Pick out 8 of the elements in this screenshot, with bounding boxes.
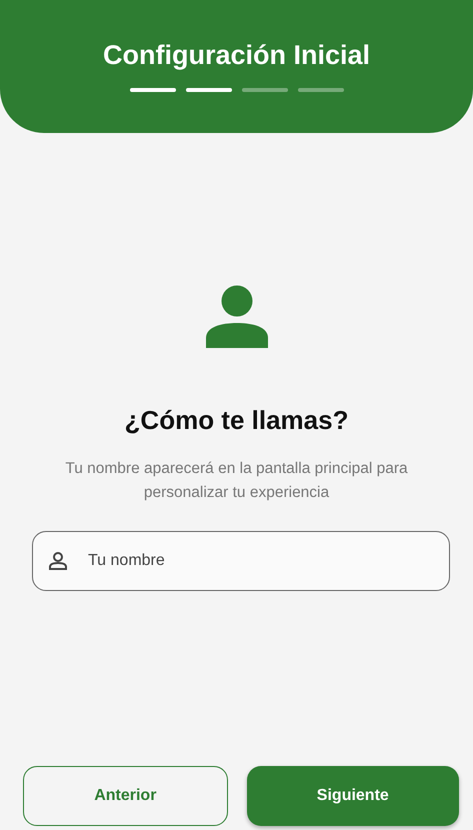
next-button[interactable]: Siguiente	[246, 766, 459, 826]
name-field[interactable]: Tu nombre	[32, 531, 450, 591]
page-title: Configuración Inicial	[102, 39, 372, 72]
question-heading: ¿Cómo te llamas?	[124, 405, 348, 435]
person-icon	[48, 551, 68, 571]
back-button[interactable]: Anterior	[23, 766, 228, 826]
person-icon	[206, 285, 268, 348]
description-text: Tu nombre aparecerá en la pantalla principal para personalizar tu experiencia	[65, 460, 408, 501]
